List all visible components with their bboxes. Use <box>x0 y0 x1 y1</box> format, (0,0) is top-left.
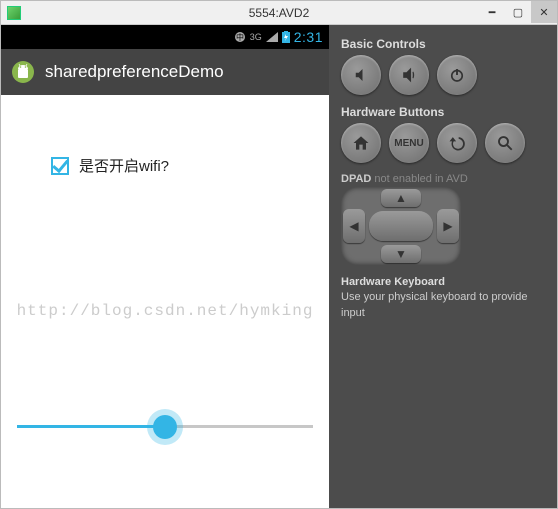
dpad-center-button[interactable] <box>369 211 433 241</box>
android-app-icon <box>11 60 35 84</box>
wifi-checkbox-row: 是否开启wifi? <box>51 155 279 176</box>
back-button[interactable] <box>437 123 477 163</box>
hardware-buttons-title: Hardware Buttons <box>341 105 547 119</box>
android-statusbar: 中 3G 2:31 <box>1 25 329 49</box>
menu-button[interactable]: MENU <box>389 123 429 163</box>
hardware-keyboard-note: Use your physical keyboard to provide in… <box>341 291 527 318</box>
home-button[interactable] <box>341 123 381 163</box>
titlebar: 5554:AVD2 ━ ▢ ✕ <box>1 1 557 25</box>
signal-icon <box>266 32 278 42</box>
network-3g-icon: 3G <box>250 32 262 42</box>
app-window-icon <box>7 6 21 20</box>
device-frame: 中 3G 2:31 sharedpreferenceDemo <box>1 25 329 508</box>
basic-controls-title: Basic Controls <box>341 37 547 51</box>
dpad-left-button[interactable]: ◀ <box>343 209 365 243</box>
hardware-buttons-row: MENU <box>341 123 547 163</box>
dpad-right-button[interactable]: ▶ <box>437 209 459 243</box>
watermark-text: http://blog.csdn.net/hymking <box>1 302 329 320</box>
status-clock: 2:31 <box>294 29 323 45</box>
minimize-button[interactable]: ━ <box>479 1 505 23</box>
content-area: 中 3G 2:31 sharedpreferenceDemo <box>1 25 557 508</box>
dpad-up-button[interactable]: ▲ <box>381 189 421 207</box>
power-button[interactable] <box>437 55 477 95</box>
seekbar-thumb[interactable] <box>153 415 177 439</box>
hardware-keyboard-title: Hardware Keyboard <box>341 275 547 290</box>
wifi-checkbox-label: 是否开启wifi? <box>79 155 169 176</box>
app-content: 是否开启wifi? http://blog.csdn.net/hymking <box>1 95 329 508</box>
battery-icon <box>282 31 290 43</box>
emulator-control-panel: Basic Controls Hardware Buttons <box>329 25 557 508</box>
hardware-keyboard-section: Hardware Keyboard Use your physical keyb… <box>341 275 547 321</box>
dpad-down-button[interactable]: ▼ <box>381 245 421 263</box>
emulator-window: 5554:AVD2 ━ ▢ ✕ 中 3G <box>0 0 558 509</box>
volume-down-button[interactable] <box>341 55 381 95</box>
window-title: 5554:AVD2 <box>249 6 310 20</box>
dpad-title-text: DPAD <box>341 173 371 185</box>
app-actionbar: sharedpreferenceDemo <box>1 49 329 95</box>
dpad-section: DPAD not enabled in AVD ▲ ▼ ◀ ▶ <box>341 173 547 265</box>
close-button[interactable]: ✕ <box>531 1 557 23</box>
seekbar[interactable] <box>17 425 313 428</box>
dpad: ▲ ▼ ◀ ▶ <box>341 187 461 265</box>
maximize-button[interactable]: ▢ <box>505 1 531 23</box>
volume-up-button[interactable] <box>389 55 429 95</box>
dpad-disabled-note: not enabled in AVD <box>374 173 467 185</box>
basic-controls-section: Basic Controls <box>341 37 547 95</box>
seekbar-fill <box>17 425 165 428</box>
search-button[interactable] <box>485 123 525 163</box>
svg-text:中: 中 <box>236 32 244 42</box>
basic-controls-row <box>341 55 547 95</box>
dpad-label: DPAD not enabled in AVD <box>341 173 547 185</box>
window-controls: ━ ▢ ✕ <box>479 1 557 23</box>
hardware-buttons-section: Hardware Buttons MENU <box>341 105 547 163</box>
wifi-checkbox[interactable] <box>51 157 69 175</box>
device-screen: 中 3G 2:31 sharedpreferenceDemo <box>1 25 329 508</box>
menu-button-label: MENU <box>394 138 423 149</box>
seekbar-track <box>17 425 313 428</box>
ime-icon: 中 <box>234 31 246 43</box>
app-title: sharedpreferenceDemo <box>45 62 224 82</box>
